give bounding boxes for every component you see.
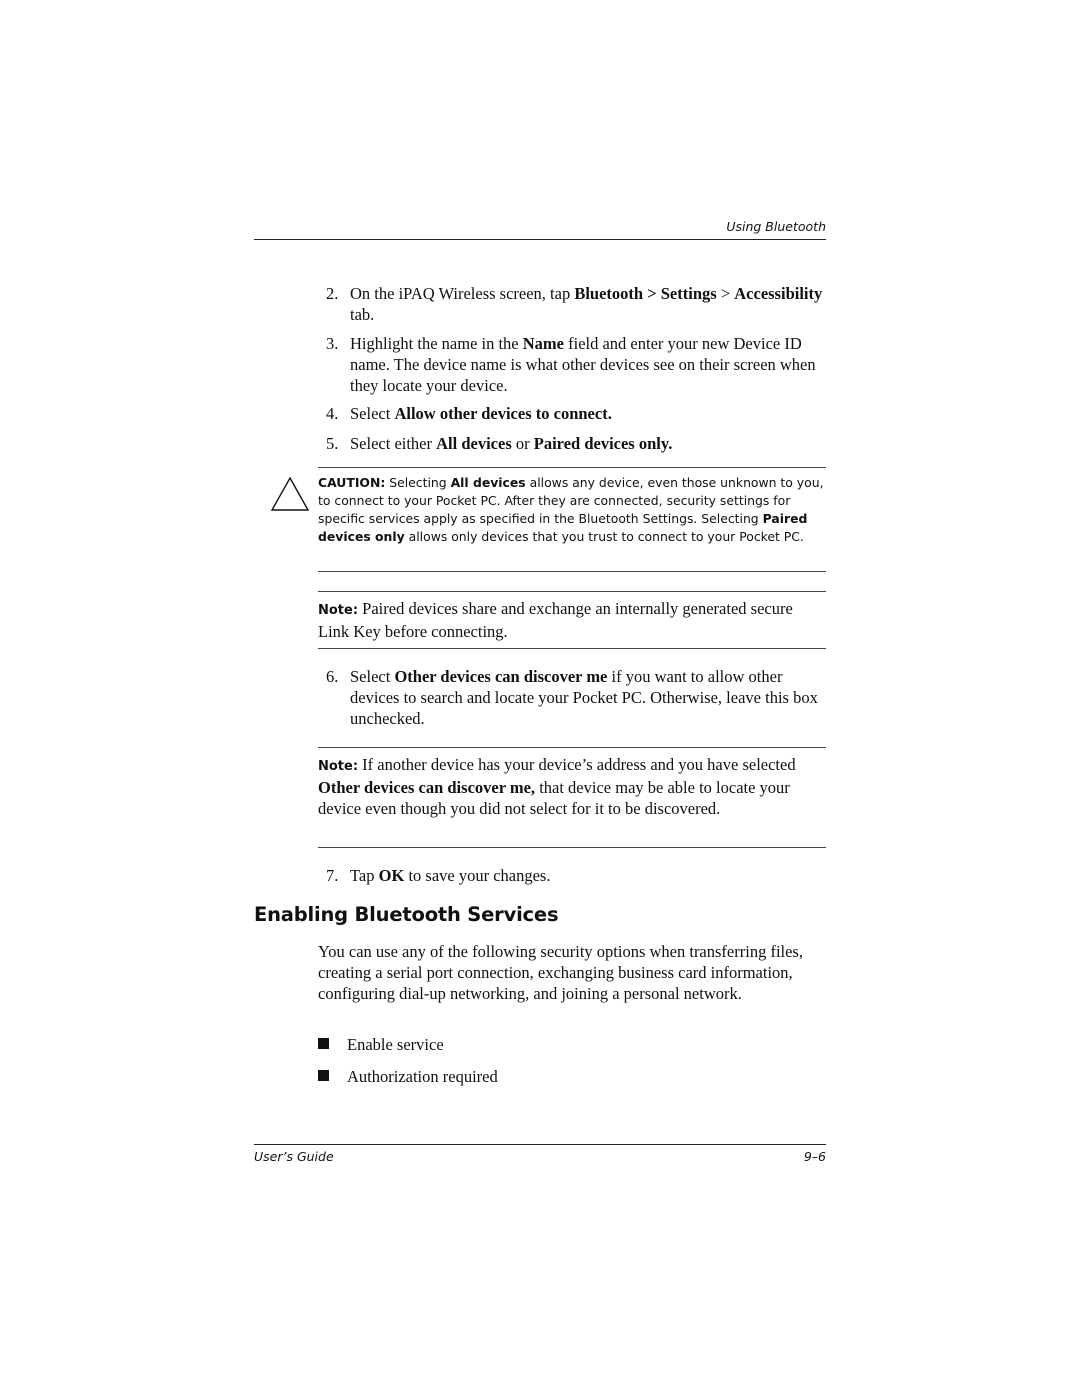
text-run: Select	[350, 667, 395, 686]
bullet-item: Authorization required	[318, 1066, 498, 1087]
text-run: If another device has your device’s addr…	[358, 755, 796, 774]
note2-bottom-rule	[318, 847, 826, 848]
text-run: Tap	[350, 866, 379, 885]
step-number: 3.	[326, 334, 339, 353]
step-text: Select either All devices or Paired devi…	[350, 433, 826, 454]
header-rule	[254, 239, 826, 240]
text-run: Select	[350, 404, 395, 423]
step-number: 5.	[326, 434, 339, 453]
step-number: 7.	[326, 866, 339, 885]
bullet-text: Authorization required	[347, 1067, 498, 1086]
step-number: 6.	[326, 667, 339, 686]
text-run: allows only devices that you trust to co…	[404, 529, 804, 544]
bold-text: Other devices can discover me	[394, 667, 608, 686]
step-number: 2.	[326, 284, 339, 303]
bold-text: Other devices can discover me,	[318, 778, 536, 797]
bold-text: Name	[522, 334, 564, 353]
bold-text: Paired devices only.	[533, 434, 673, 453]
step-text: Tap OK to save your changes.	[350, 865, 826, 886]
running-header: Using Bluetooth	[726, 219, 826, 234]
note1-bottom-rule	[318, 648, 826, 649]
note-body: Paired devices share and exchange an int…	[318, 599, 793, 641]
step-6: 6. Select Other devices can discover me …	[326, 666, 826, 729]
text-run: Select either	[350, 434, 437, 453]
bold-text: Accessibility	[734, 284, 823, 303]
caution-label: CAUTION:	[318, 475, 386, 490]
section-heading: Enabling Bluetooth Services	[254, 903, 559, 926]
bold-text: Bluetooth > Settings	[574, 284, 717, 303]
step-2: 2. On the iPAQ Wireless screen, tap Blue…	[326, 283, 826, 325]
bullet-text: Enable service	[347, 1035, 444, 1054]
footer-title: User’s Guide	[254, 1149, 334, 1164]
text-run: On the iPAQ Wireless screen, tap	[350, 284, 575, 303]
step-text: On the iPAQ Wireless screen, tap Bluetoo…	[350, 283, 826, 325]
section-paragraph: You can use any of the following securit…	[318, 942, 803, 1003]
step-text: Select Other devices can discover me if …	[350, 666, 826, 729]
note-1: Note: Paired devices share and exchange …	[318, 598, 826, 642]
bold-text: All devices	[450, 475, 526, 490]
step-5: 5. Select either All devices or Paired d…	[326, 433, 826, 454]
note-2: Note: If another device has your device’…	[318, 754, 826, 819]
note-label: Note:	[318, 759, 359, 774]
note-label: Note:	[318, 603, 359, 618]
page-number: 9–6	[803, 1149, 826, 1164]
square-bullet-icon	[318, 1070, 329, 1081]
caution-text: CAUTION: Selecting All devices allows an…	[318, 474, 828, 546]
text-run: >	[716, 284, 735, 303]
step-text: Highlight the name in the Name field and…	[350, 333, 826, 396]
step-number: 4.	[326, 404, 339, 423]
step-7: 7. Tap OK to save your changes.	[326, 865, 826, 886]
text-run: or	[511, 434, 534, 453]
caution-bottom-rule	[318, 571, 826, 572]
bold-text: All devices	[436, 434, 512, 453]
caution-body: Selecting All devices allows any device,…	[318, 475, 824, 544]
bold-text: OK	[378, 866, 405, 885]
text-run: Selecting	[385, 475, 451, 490]
step-text: Select Allow other devices to connect.	[350, 403, 826, 424]
step-4: 4. Select Allow other devices to connect…	[326, 403, 826, 424]
footer-rule	[254, 1144, 826, 1145]
square-bullet-icon	[318, 1038, 329, 1049]
bold-text: Allow other devices to connect.	[394, 404, 612, 423]
text-run: Highlight the name in the	[350, 334, 523, 353]
text-run: tab.	[350, 305, 375, 324]
warning-triangle-icon	[270, 476, 310, 511]
text-run: Paired devices share and exchange an int…	[318, 599, 793, 641]
bullet-item: Enable service	[318, 1034, 444, 1055]
note1-top-rule	[318, 591, 826, 592]
caution-top-rule	[318, 467, 826, 468]
step-3: 3. Highlight the name in the Name field …	[326, 333, 826, 396]
text-run: to save your changes.	[404, 866, 551, 885]
note-body: If another device has your device’s addr…	[318, 755, 796, 818]
note2-top-rule	[318, 747, 826, 748]
